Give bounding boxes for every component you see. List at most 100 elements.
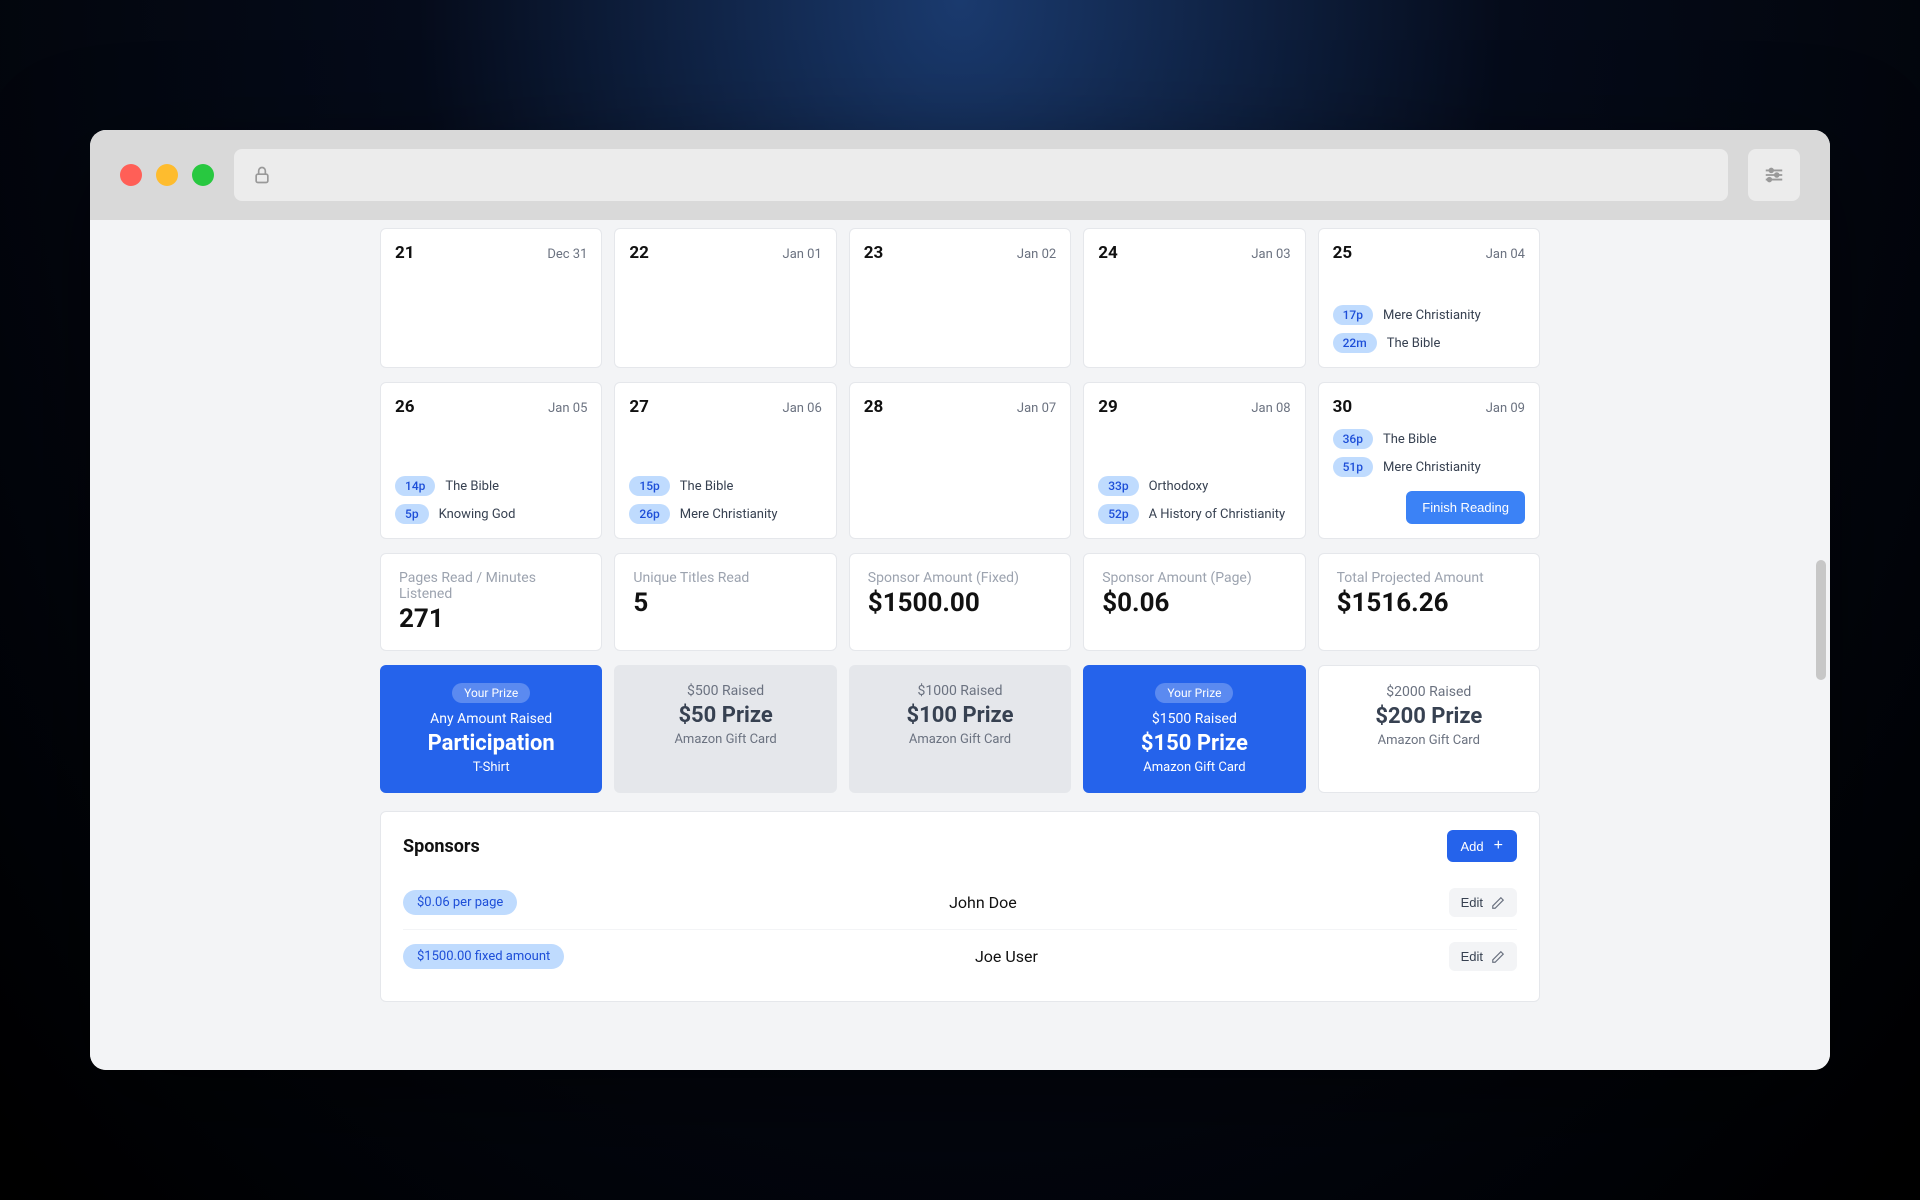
- calendar-cell[interactable]: 23 Jan 02: [849, 228, 1071, 368]
- finish-reading-button[interactable]: Finish Reading: [1406, 491, 1525, 524]
- prize-raised: $1500 Raised: [1152, 711, 1237, 727]
- day-date: Jan 08: [1251, 401, 1290, 416]
- sponsor-row: $1500.00 fixed amount Joe User Edit: [403, 929, 1517, 983]
- stat-label: Total Projected Amount: [1337, 570, 1521, 586]
- day-date: Jan 04: [1486, 247, 1525, 262]
- browser-settings-button[interactable]: [1748, 149, 1800, 201]
- day-date: Jan 05: [548, 401, 587, 416]
- reading-title: Mere Christianity: [1383, 460, 1481, 475]
- reading-event[interactable]: 51p Mere Christianity: [1333, 457, 1525, 477]
- stat-label: Unique Titles Read: [633, 570, 817, 586]
- stat-value: 5: [633, 588, 817, 618]
- reading-amount-pill: 52p: [1098, 504, 1138, 524]
- prize-card[interactable]: $500 Raised $50 Prize Amazon Gift Card: [614, 665, 836, 793]
- prize-title: $200 Prize: [1375, 704, 1482, 729]
- day-date: Jan 09: [1486, 401, 1525, 416]
- reading-event[interactable]: 36p The Bible: [1333, 429, 1525, 449]
- reading-amount-pill: 33p: [1098, 476, 1138, 496]
- reading-title: A History of Christianity: [1149, 507, 1286, 522]
- page-viewport[interactable]: 21 Dec 31 22 Jan 01 23 Jan 02 24 Jan 03: [90, 220, 1830, 1070]
- stat-label: Sponsor Amount (Page): [1102, 570, 1286, 586]
- stat-card: Sponsor Amount (Fixed) $1500.00: [849, 553, 1071, 651]
- reading-title: The Bible: [445, 479, 499, 494]
- reading-title: Mere Christianity: [680, 507, 778, 522]
- reading-amount-pill: 5p: [395, 504, 429, 524]
- reading-amount-pill: 26p: [629, 504, 669, 524]
- day-date: Jan 07: [1017, 401, 1056, 416]
- calendar-row-2: 26 Jan 05 14p The Bible 5p Knowing God 2…: [380, 382, 1540, 539]
- prize-card[interactable]: Your Prize Any Amount Raised Participati…: [380, 665, 602, 793]
- reading-event[interactable]: 22m The Bible: [1333, 333, 1525, 353]
- your-prize-badge: Your Prize: [452, 683, 530, 703]
- calendar-cell[interactable]: 25 Jan 04 17p Mere Christianity 22m The …: [1318, 228, 1540, 368]
- edit-sponsor-button[interactable]: Edit: [1449, 942, 1517, 971]
- sponsors-title: Sponsors: [403, 836, 480, 857]
- url-bar[interactable]: [234, 149, 1728, 201]
- reading-event[interactable]: 33p Orthodoxy: [1098, 476, 1290, 496]
- calendar-cell[interactable]: 24 Jan 03: [1083, 228, 1305, 368]
- calendar-cell[interactable]: 30 Jan 09 36p The Bible 51p Mere Christi…: [1318, 382, 1540, 539]
- add-label: Add: [1461, 839, 1484, 854]
- reading-title: Orthodoxy: [1149, 479, 1209, 494]
- lock-icon: [252, 165, 272, 185]
- day-date: Jan 03: [1251, 247, 1290, 262]
- reading-amount-pill: 36p: [1333, 429, 1373, 449]
- prize-card[interactable]: Your Prize $1500 Raised $150 Prize Amazo…: [1083, 665, 1305, 793]
- day-number: 26: [395, 397, 415, 417]
- sponsor-rate-pill: $0.06 per page: [403, 890, 517, 915]
- sponsor-name: John Doe: [949, 893, 1017, 912]
- minimize-window-button[interactable]: [156, 164, 178, 186]
- stat-card: Pages Read / Minutes Listened 271: [380, 553, 602, 651]
- prize-title: $50 Prize: [678, 703, 772, 728]
- prize-desc: T-Shirt: [473, 760, 510, 775]
- sponsors-panel: Sponsors Add + $0.06 per page John Doe E…: [380, 811, 1540, 1002]
- prize-desc: Amazon Gift Card: [674, 732, 776, 747]
- stat-card: Unique Titles Read 5: [614, 553, 836, 651]
- day-number: 28: [864, 397, 884, 417]
- plus-icon: +: [1494, 838, 1503, 854]
- prize-desc: Amazon Gift Card: [1143, 760, 1245, 775]
- reading-amount-pill: 17p: [1333, 305, 1373, 325]
- reading-title: The Bible: [1387, 336, 1441, 351]
- day-number: 27: [629, 397, 649, 417]
- sliders-icon: [1763, 164, 1785, 186]
- calendar-cell[interactable]: 26 Jan 05 14p The Bible 5p Knowing God: [380, 382, 602, 539]
- day-date: Jan 02: [1017, 247, 1056, 262]
- scrollbar-thumb[interactable]: [1816, 560, 1826, 680]
- day-number: 29: [1098, 397, 1118, 417]
- stats-grid: Pages Read / Minutes Listened 271 Unique…: [380, 553, 1540, 651]
- stat-value: $1500.00: [868, 588, 1052, 618]
- prize-card[interactable]: $2000 Raised $200 Prize Amazon Gift Card: [1318, 665, 1540, 793]
- calendar-cell[interactable]: 29 Jan 08 33p Orthodoxy 52p A History of…: [1083, 382, 1305, 539]
- add-sponsor-button[interactable]: Add +: [1447, 830, 1517, 862]
- main-content: 21 Dec 31 22 Jan 01 23 Jan 02 24 Jan 03: [380, 220, 1540, 1032]
- stat-card: Total Projected Amount $1516.26: [1318, 553, 1540, 651]
- reading-event[interactable]: 52p A History of Christianity: [1098, 504, 1290, 524]
- sponsors-list: $0.06 per page John Doe Edit $1500.00 fi…: [403, 876, 1517, 983]
- reading-event[interactable]: 5p Knowing God: [395, 504, 587, 524]
- calendar-cell[interactable]: 21 Dec 31: [380, 228, 602, 368]
- calendar-cell[interactable]: 27 Jan 06 15p The Bible 26p Mere Christi…: [614, 382, 836, 539]
- reading-event[interactable]: 14p The Bible: [395, 476, 587, 496]
- maximize-window-button[interactable]: [192, 164, 214, 186]
- your-prize-badge: Your Prize: [1155, 683, 1233, 703]
- prize-raised: $500 Raised: [687, 683, 764, 699]
- reading-amount-pill: 14p: [395, 476, 435, 496]
- reading-event[interactable]: 26p Mere Christianity: [629, 504, 821, 524]
- prize-card[interactable]: $1000 Raised $100 Prize Amazon Gift Card: [849, 665, 1071, 793]
- window-controls: [120, 164, 214, 186]
- reading-title: Knowing God: [439, 507, 516, 522]
- prize-raised: $2000 Raised: [1386, 684, 1471, 700]
- reading-event[interactable]: 17p Mere Christianity: [1333, 305, 1525, 325]
- sponsor-name: Joe User: [975, 947, 1038, 966]
- reading-amount-pill: 15p: [629, 476, 669, 496]
- edit-sponsor-button[interactable]: Edit: [1449, 888, 1517, 917]
- reading-event[interactable]: 15p The Bible: [629, 476, 821, 496]
- calendar-cell[interactable]: 28 Jan 07: [849, 382, 1071, 539]
- close-window-button[interactable]: [120, 164, 142, 186]
- calendar-cell[interactable]: 22 Jan 01: [614, 228, 836, 368]
- stat-label: Sponsor Amount (Fixed): [868, 570, 1052, 586]
- prize-title: Participation: [428, 731, 555, 756]
- day-number: 21: [395, 243, 415, 263]
- day-number: 30: [1333, 397, 1353, 417]
